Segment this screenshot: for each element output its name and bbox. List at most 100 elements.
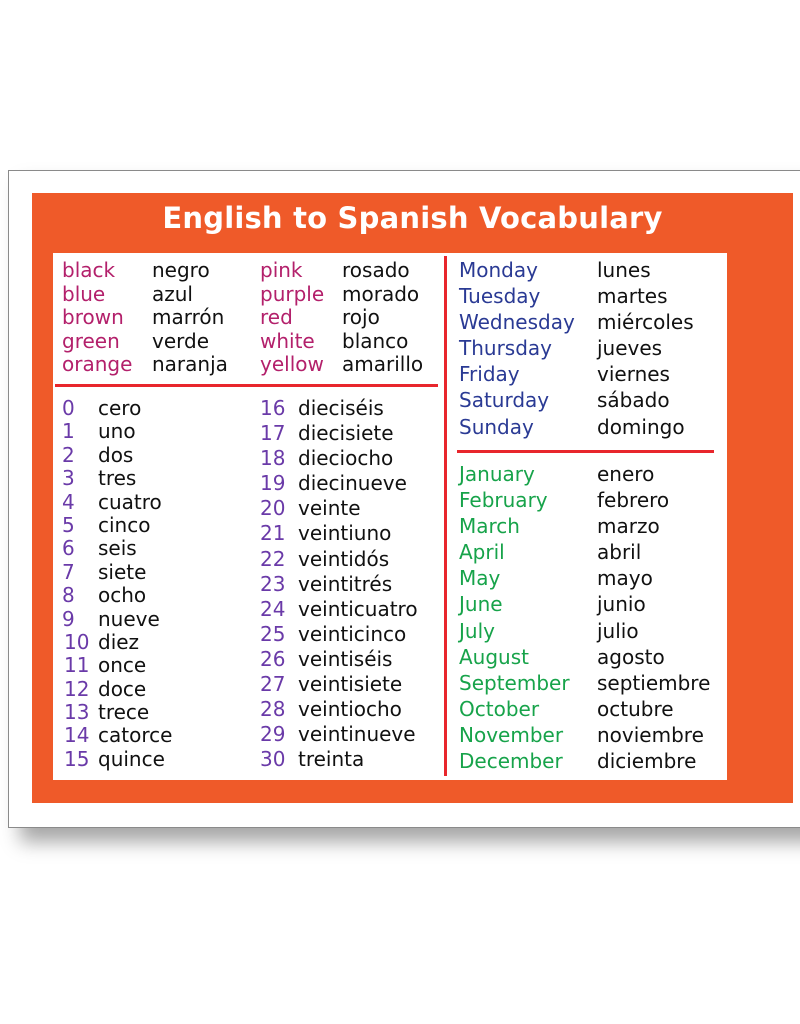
english-word: February <box>459 488 548 513</box>
english-word: November <box>459 722 564 747</box>
spanish-word: ocho <box>98 583 147 608</box>
spanish-word: diciembre <box>597 749 697 774</box>
number-digit: 0 <box>62 396 75 420</box>
english-word: Saturday <box>459 388 550 413</box>
english-word: July <box>459 618 495 643</box>
number-digit: 19 <box>260 471 286 496</box>
vertical-divider <box>444 256 447 776</box>
spanish-word: negro <box>152 258 210 282</box>
number-digit: 27 <box>260 672 286 697</box>
number-digit: 9 <box>62 606 75 631</box>
spanish-word: mayo <box>597 566 653 591</box>
spanish-word: marzo <box>597 514 660 539</box>
spanish-word: naranja <box>152 352 228 376</box>
english-word: March <box>459 514 520 539</box>
number-digit: 12 <box>64 676 90 701</box>
spanish-word: veinte <box>298 496 361 521</box>
spanish-word: domingo <box>597 414 685 439</box>
number-digit: 7 <box>62 559 75 584</box>
number-digit: 3 <box>62 466 75 491</box>
spanish-word: rojo <box>342 305 380 329</box>
spanish-word: catorce <box>98 723 173 748</box>
spanish-word: noviembre <box>597 722 704 747</box>
english-word: May <box>459 566 501 591</box>
english-word: purple <box>260 281 325 306</box>
spanish-word: martes <box>597 284 668 309</box>
spanish-word: julio <box>597 618 639 643</box>
spanish-word: quince <box>98 746 165 771</box>
spanish-word: cuatro <box>98 489 162 514</box>
number-digit: 25 <box>260 621 286 646</box>
spanish-word: verde <box>152 328 210 353</box>
english-word: Tuesday <box>459 284 541 309</box>
number-digit: 29 <box>260 722 286 747</box>
number-digit: 20 <box>260 496 286 521</box>
spanish-word: dos <box>98 442 134 467</box>
english-word: Wednesday <box>459 310 575 335</box>
number-digit: 16 <box>260 396 286 420</box>
spanish-word: veintitrés <box>298 571 393 596</box>
spanish-word: veintidós <box>298 546 390 571</box>
english-word: blue <box>62 281 106 306</box>
spanish-word: tres <box>98 466 137 491</box>
number-digit: 4 <box>62 489 75 514</box>
english-word: green <box>62 328 120 353</box>
spanish-word: veintiséis <box>298 646 393 671</box>
spanish-word: seis <box>98 536 137 561</box>
spanish-word: uno <box>98 419 136 444</box>
number-digit: 30 <box>260 747 286 772</box>
english-word: December <box>459 749 563 774</box>
english-word: red <box>260 305 293 329</box>
number-digit: 8 <box>62 583 75 608</box>
spanish-word: nueve <box>98 606 160 631</box>
number-digit: 14 <box>64 723 90 748</box>
spanish-word: veintiuno <box>298 521 392 546</box>
spanish-word: veinticuatro <box>298 596 418 621</box>
spanish-word: febrero <box>597 488 670 513</box>
spanish-word: azul <box>152 281 193 306</box>
number-digit: 18 <box>260 446 286 471</box>
days-months-divider <box>457 450 714 453</box>
english-word: white <box>260 328 315 353</box>
spanish-word: once <box>98 653 147 678</box>
spanish-word: veintinueve <box>298 722 416 747</box>
spanish-word: agosto <box>597 644 665 669</box>
english-word: Monday <box>459 258 538 282</box>
spanish-word: lunes <box>597 258 651 282</box>
spanish-word: rosado <box>342 258 410 282</box>
spanish-word: diecinueve <box>298 471 407 496</box>
page-title: English to Spanish Vocabulary <box>162 201 663 235</box>
number-digit: 24 <box>260 596 286 621</box>
spanish-word: blanco <box>342 328 409 353</box>
spanish-word: cinco <box>98 512 151 537</box>
number-digit: 11 <box>64 653 90 678</box>
english-word: Thursday <box>459 336 552 361</box>
spanish-word: trece <box>98 700 150 725</box>
spanish-word: dieciocho <box>298 446 394 471</box>
number-digit: 10 <box>64 629 90 654</box>
english-word: Friday <box>459 362 520 387</box>
spanish-word: veintiocho <box>298 697 402 722</box>
spanish-word: cero <box>98 396 142 420</box>
number-digit: 26 <box>260 646 286 671</box>
spanish-word: miércoles <box>597 310 694 335</box>
number-digit: 22 <box>260 546 286 571</box>
english-word: September <box>459 670 570 695</box>
english-word: April <box>459 540 505 565</box>
english-word: pink <box>260 258 303 282</box>
spanish-word: marrón <box>152 305 225 329</box>
spanish-word: diez <box>98 629 140 654</box>
spanish-word: junio <box>597 592 646 617</box>
number-digit: 13 <box>64 700 90 725</box>
number-digit: 21 <box>260 521 286 546</box>
colors-numbers-divider <box>55 384 438 387</box>
number-digit: 28 <box>260 697 286 722</box>
spanish-word: treinta <box>298 747 365 772</box>
english-word: October <box>459 696 540 721</box>
number-digit: 23 <box>260 571 286 596</box>
english-word: brown <box>62 305 124 329</box>
number-digit: 5 <box>62 512 75 537</box>
spanish-word: diecisiete <box>298 421 394 446</box>
english-word: June <box>459 592 503 617</box>
number-digit: 2 <box>62 442 75 467</box>
